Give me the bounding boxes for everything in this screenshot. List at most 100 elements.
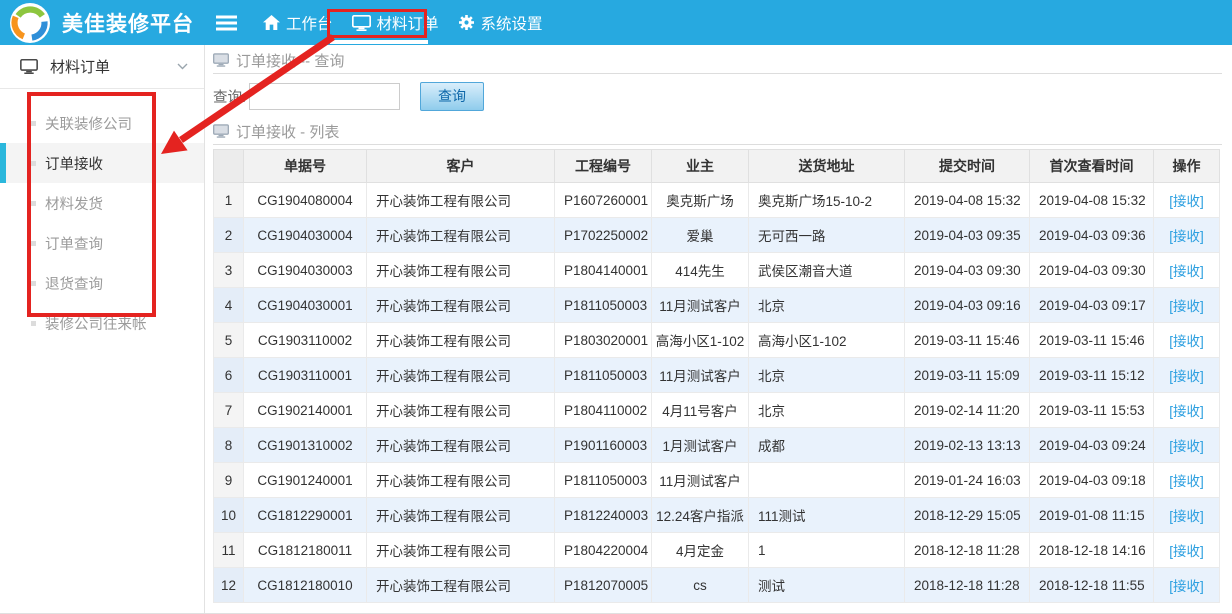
sidebar-item-order-query[interactable]: 订单查询 <box>0 223 204 263</box>
cell-project-no: P1607260001 <box>555 183 652 218</box>
query-label: 查询: <box>213 86 246 107</box>
cell-owner: 高海小区1-102 <box>652 323 749 358</box>
cell-customer: 开心装饰工程有限公司 <box>367 288 555 323</box>
cell-submit-time: 2019-03-11 15:46 <box>905 323 1030 358</box>
cell-owner: 爱巢 <box>652 218 749 253</box>
bullet-icon <box>31 321 36 326</box>
table-row: 2CG1904030004开心装饰工程有限公司P1702250002爱巢无可西一… <box>214 218 1220 253</box>
nav-item-material-orders[interactable]: 材料订单 <box>352 12 439 34</box>
top-bar: 美佳装修平台 工作台 材料订单 <box>0 0 1232 45</box>
app-logo-icon <box>10 3 50 43</box>
receive-link[interactable]: [接收] <box>1169 194 1204 209</box>
cell-address: 武侯区潮音大道 <box>749 253 905 288</box>
cell-customer: 开心装饰工程有限公司 <box>367 358 555 393</box>
divider <box>213 73 1222 74</box>
cell-row-number: 7 <box>214 393 244 428</box>
sidebar-item-label: 订单查询 <box>45 233 103 254</box>
cell-project-no: P1811050003 <box>555 288 652 323</box>
column-header: 首次查看时间 <box>1030 150 1154 183</box>
receive-link[interactable]: [接收] <box>1169 299 1204 314</box>
cell-owner: 12.24客户指派 <box>652 498 749 533</box>
cell-order-no: CG1901310002 <box>244 428 367 463</box>
cell-submit-time: 2019-03-11 15:09 <box>905 358 1030 393</box>
cell-submit-time: 2019-04-03 09:30 <box>905 253 1030 288</box>
cell-first-view-time: 2019-04-03 09:17 <box>1030 288 1154 323</box>
bullet-icon <box>31 281 36 286</box>
cell-project-no: P1811050003 <box>555 358 652 393</box>
sidebar-group-label: 材料订单 <box>50 56 110 77</box>
receive-link[interactable]: [接收] <box>1169 229 1204 244</box>
receive-link[interactable]: [接收] <box>1169 369 1204 384</box>
receive-link[interactable]: [接收] <box>1169 579 1204 594</box>
table-row: 9CG1901240001开心装饰工程有限公司P181105000311月测试客… <box>214 463 1220 498</box>
cell-action: [接收] <box>1154 218 1220 253</box>
receive-link[interactable]: [接收] <box>1169 264 1204 279</box>
cell-order-no: CG1812290001 <box>244 498 367 533</box>
cell-first-view-time: 2019-04-08 15:32 <box>1030 183 1154 218</box>
cell-row-number: 4 <box>214 288 244 323</box>
cell-address: 北京 <box>749 288 905 323</box>
nav-item-workbench[interactable]: 工作台 <box>263 12 333 34</box>
sidebar-item-return-query[interactable]: 退货查询 <box>0 263 204 303</box>
cell-customer: 开心装饰工程有限公司 <box>367 463 555 498</box>
cell-first-view-time: 2019-01-08 11:15 <box>1030 498 1154 533</box>
cell-address: 成都 <box>749 428 905 463</box>
cell-action: [接收] <box>1154 253 1220 288</box>
cell-address: 无可西一路 <box>749 218 905 253</box>
cell-action: [接收] <box>1154 183 1220 218</box>
cell-order-no: CG1812180011 <box>244 533 367 568</box>
receive-link[interactable]: [接收] <box>1169 509 1204 524</box>
cell-address: 111测试 <box>749 498 905 533</box>
receive-link[interactable]: [接收] <box>1169 404 1204 419</box>
cell-project-no: P1901160003 <box>555 428 652 463</box>
cell-owner: 11月测试客户 <box>652 358 749 393</box>
query-button[interactable]: 查询 <box>420 82 484 111</box>
cell-customer: 开心装饰工程有限公司 <box>367 253 555 288</box>
cell-first-view-time: 2019-04-03 09:24 <box>1030 428 1154 463</box>
receive-link[interactable]: [接收] <box>1169 439 1204 454</box>
cell-project-no: P1804110002 <box>555 393 652 428</box>
cell-action: [接收] <box>1154 568 1220 603</box>
cell-submit-time: 2019-04-03 09:35 <box>905 218 1030 253</box>
cell-first-view-time: 2019-03-11 15:53 <box>1030 393 1154 428</box>
nav-item-system-settings[interactable]: 系统设置 <box>458 12 543 34</box>
cell-row-number: 12 <box>214 568 244 603</box>
cell-submit-time: 2018-12-18 11:28 <box>905 568 1030 603</box>
cell-row-number: 2 <box>214 218 244 253</box>
receive-link[interactable]: [接收] <box>1169 334 1204 349</box>
gear-icon <box>458 14 475 31</box>
sidebar-item-order-receive[interactable]: 订单接收 <box>0 143 204 183</box>
sidebar-item-company-accounts[interactable]: 装修公司往来帐 <box>0 303 204 343</box>
cell-row-number: 6 <box>214 358 244 393</box>
table-row: 7CG1902140001开心装饰工程有限公司P18041100024月11号客… <box>214 393 1220 428</box>
cell-customer: 开心装饰工程有限公司 <box>367 323 555 358</box>
cell-project-no: P1803020001 <box>555 323 652 358</box>
cell-submit-time: 2019-01-24 16:03 <box>905 463 1030 498</box>
monitor-icon <box>213 124 229 138</box>
cell-project-no: P1804140001 <box>555 253 652 288</box>
section-title-list: 订单接收 - 列表 <box>213 121 1232 141</box>
cell-action: [接收] <box>1154 428 1220 463</box>
sidebar-item-material-delivery[interactable]: 材料发货 <box>0 183 204 223</box>
query-input[interactable] <box>249 83 400 110</box>
sidebar-group-material-orders[interactable]: 材料订单 <box>0 45 204 89</box>
cell-order-no: CG1903110002 <box>244 323 367 358</box>
cell-first-view-time: 2019-03-11 15:12 <box>1030 358 1154 393</box>
cell-owner: 1月测试客户 <box>652 428 749 463</box>
cell-address: 1 <box>749 533 905 568</box>
section-title-query: 订单接收 -- 查询 <box>213 50 1232 70</box>
cell-project-no: P1812240003 <box>555 498 652 533</box>
hamburger-menu-button[interactable] <box>216 15 237 31</box>
cell-action: [接收] <box>1154 533 1220 568</box>
column-header: 操作 <box>1154 150 1220 183</box>
cell-action: [接收] <box>1154 358 1220 393</box>
receive-link[interactable]: [接收] <box>1169 474 1204 489</box>
cell-first-view-time: 2019-03-11 15:46 <box>1030 323 1154 358</box>
cell-owner: 奥克斯广场 <box>652 183 749 218</box>
cell-address: 北京 <box>749 358 905 393</box>
divider <box>213 144 1222 145</box>
table-row: 4CG1904030001开心装饰工程有限公司P181105000311月测试客… <box>214 288 1220 323</box>
receive-link[interactable]: [接收] <box>1169 544 1204 559</box>
sidebar-item-linked-companies[interactable]: 关联装修公司 <box>0 103 204 143</box>
cell-first-view-time: 2018-12-18 14:16 <box>1030 533 1154 568</box>
